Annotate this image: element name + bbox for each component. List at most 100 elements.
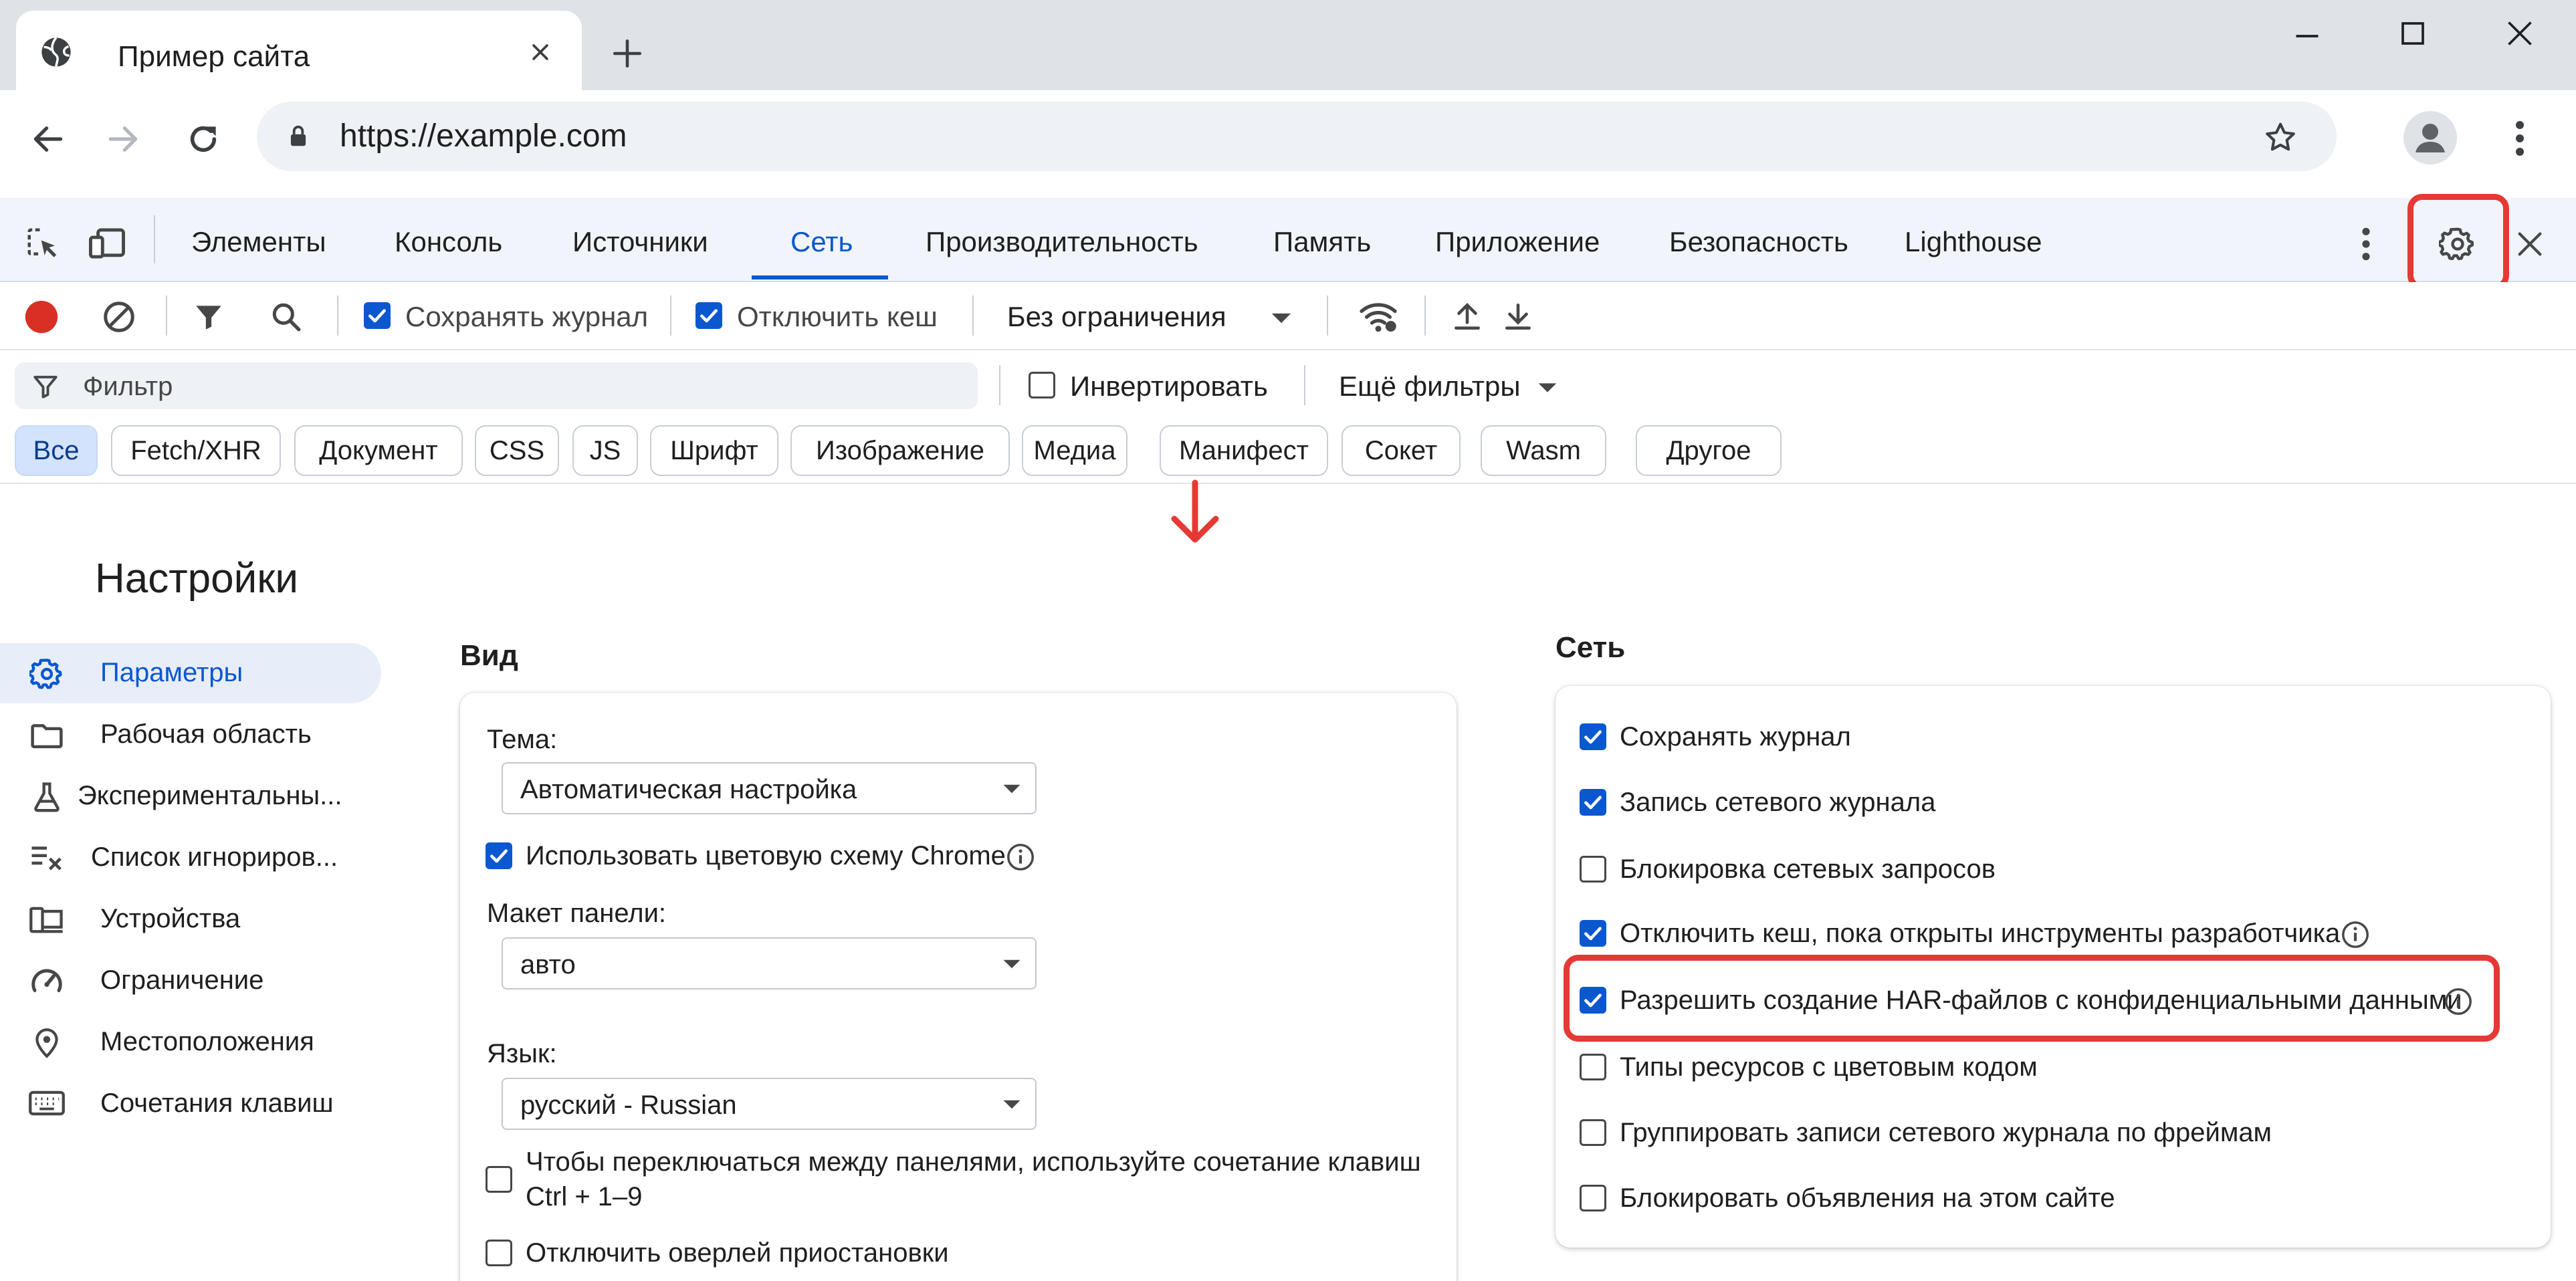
chip-media[interactable]: Медиа xyxy=(1022,425,1128,476)
chip-wasm[interactable]: Wasm xyxy=(1481,425,1606,476)
nav-item-shortcuts[interactable]: Сочетания клавиш xyxy=(100,1088,334,1119)
globe-icon xyxy=(39,35,74,70)
net-preserve-log-checkbox[interactable] xyxy=(1580,723,1606,750)
export-har-icon[interactable] xyxy=(1498,297,1538,337)
shortcut-hint-checkbox[interactable] xyxy=(486,1166,512,1193)
tab-elements[interactable]: Элементы xyxy=(191,226,326,258)
net-group-by-frame-label[interactable]: Группировать записи сетевого журнала по … xyxy=(1620,1115,2272,1150)
import-har-icon[interactable] xyxy=(1447,297,1487,337)
net-preserve-log-label[interactable]: Сохранять журнал xyxy=(1620,719,1851,754)
chip-manifest[interactable]: Манифест xyxy=(1160,425,1328,476)
filter-toggle-icon[interactable] xyxy=(189,297,229,337)
reload-icon[interactable] xyxy=(182,118,225,160)
shortcut-hint-label-line1[interactable]: Чтобы переключаться между панелями, испо… xyxy=(526,1145,1421,1179)
chip-css[interactable]: CSS xyxy=(475,425,559,476)
net-group-by-frame-checkbox[interactable] xyxy=(1580,1119,1606,1146)
record-button[interactable] xyxy=(21,297,62,337)
folder-icon[interactable] xyxy=(27,715,67,755)
throttling-select[interactable]: Без ограничения xyxy=(1007,301,1226,333)
flask-icon[interactable] xyxy=(27,777,67,817)
nav-item-experiments[interactable]: Экспериментальны... xyxy=(78,781,342,811)
chip-fetch-xhr[interactable]: Fetch/XHR xyxy=(111,425,281,476)
invert-label[interactable]: Инвертировать xyxy=(1070,370,1268,402)
chip-font[interactable]: Шрифт xyxy=(650,425,778,476)
browser-tab[interactable]: Пример сайта xyxy=(16,11,582,91)
tab-memory[interactable]: Память xyxy=(1273,226,1371,258)
net-color-code-label[interactable]: Типы ресурсов с цветовым кодом xyxy=(1620,1050,2038,1084)
close-devtools-icon[interactable] xyxy=(2509,223,2551,265)
nav-item-workspace[interactable]: Рабочая область xyxy=(100,719,312,749)
chip-all[interactable]: Все xyxy=(15,425,98,476)
gear-icon[interactable] xyxy=(27,654,67,694)
net-disable-cache-label[interactable]: Отключить кеш, пока открыты инструменты … xyxy=(1620,916,2340,951)
tab-console[interactable]: Консоль xyxy=(395,226,502,258)
more-filters-dropdown[interactable]: Ещё фильтры xyxy=(1339,370,1521,402)
net-record-log-label[interactable]: Запись сетевого журнала xyxy=(1620,785,1935,820)
inspect-element-icon[interactable] xyxy=(23,223,63,263)
devtools-divider xyxy=(154,215,155,263)
chip-socket[interactable]: Сокет xyxy=(1341,425,1461,476)
language-select[interactable]: русский - Russian xyxy=(502,1078,1037,1130)
chip-js[interactable]: JS xyxy=(572,425,638,476)
maximize-icon[interactable] xyxy=(2393,13,2433,53)
search-icon[interactable] xyxy=(266,297,306,337)
tab-performance[interactable]: Производительность xyxy=(926,226,1198,258)
keyboard-icon[interactable] xyxy=(27,1083,67,1123)
back-icon[interactable] xyxy=(27,118,70,160)
close-window-icon[interactable] xyxy=(2500,13,2540,53)
preserve-log-label[interactable]: Сохранять журнал xyxy=(405,301,648,333)
nav-item-throttling[interactable]: Ограничение xyxy=(100,965,263,996)
invert-checkbox[interactable] xyxy=(1029,372,1055,398)
tab-lighthouse[interactable]: Lighthouse xyxy=(1905,226,2042,258)
net-request-blocking-checkbox[interactable] xyxy=(1580,856,1606,883)
nav-item-locations[interactable]: Местоположения xyxy=(100,1027,314,1057)
net-record-log-checkbox[interactable] xyxy=(1580,789,1606,816)
clear-icon[interactable] xyxy=(99,297,139,337)
disable-cache-label[interactable]: Отключить кеш xyxy=(737,301,938,333)
tab-sources[interactable]: Источники xyxy=(572,226,708,258)
net-color-code-checkbox[interactable] xyxy=(1580,1054,1606,1080)
info-icon[interactable] xyxy=(1003,840,1038,875)
theme-select[interactable]: Автоматическая настройка xyxy=(502,762,1037,814)
new-tab-icon[interactable] xyxy=(609,35,646,72)
tab-network[interactable]: Сеть xyxy=(790,226,853,258)
disable-cache-checkbox[interactable] xyxy=(695,302,722,329)
gauge-icon[interactable] xyxy=(27,961,67,1002)
disable-overlay-checkbox[interactable] xyxy=(486,1240,512,1266)
tab-security[interactable]: Безопасность xyxy=(1669,226,1848,258)
shortcut-hint-label-line2[interactable]: Ctrl + 1–9 xyxy=(526,1179,643,1214)
net-block-ads-checkbox[interactable] xyxy=(1580,1185,1606,1211)
chrome-color-checkbox[interactable] xyxy=(486,842,512,869)
profile-avatar-icon[interactable] xyxy=(2403,111,2457,164)
more-filters-chevron-icon[interactable] xyxy=(1534,376,1561,400)
devtools-more-icon[interactable] xyxy=(2347,221,2385,267)
nav-item-ignore-list[interactable]: Список игнориров... xyxy=(91,842,338,872)
nav-item-preferences[interactable]: Параметры xyxy=(100,658,243,688)
info-icon[interactable] xyxy=(2338,917,2373,952)
lock-icon[interactable] xyxy=(284,122,313,151)
minimize-icon[interactable] xyxy=(2287,16,2327,56)
url-text[interactable]: https://example.com xyxy=(340,118,627,154)
location-pin-icon[interactable] xyxy=(27,1023,67,1063)
nav-item-devices[interactable]: Устройства xyxy=(100,904,240,934)
forward-icon[interactable] xyxy=(102,118,144,160)
tab-application[interactable]: Приложение xyxy=(1435,226,1600,258)
net-block-ads-label[interactable]: Блокировать объявления на этом сайте xyxy=(1620,1181,2115,1215)
chip-document[interactable]: Документ xyxy=(294,425,463,476)
chip-image[interactable]: Изображение xyxy=(790,425,1010,476)
browser-menu-icon[interactable] xyxy=(2501,115,2539,162)
chip-other[interactable]: Другое xyxy=(1636,425,1782,476)
net-disable-cache-checkbox[interactable] xyxy=(1580,920,1606,947)
close-tab-icon[interactable] xyxy=(527,39,554,66)
preserve-log-checkbox[interactable] xyxy=(364,302,391,329)
panel-layout-select[interactable]: авто xyxy=(502,937,1037,989)
bookmark-star-icon[interactable] xyxy=(2260,118,2300,158)
disable-overlay-label[interactable]: Отключить оверлей приостановки xyxy=(526,1236,949,1270)
ignore-list-icon[interactable] xyxy=(27,837,67,877)
chrome-color-label[interactable]: Использовать цветовую схему Chrome xyxy=(526,838,1006,873)
device-toolbar-icon[interactable] xyxy=(86,223,128,263)
net-request-blocking-label[interactable]: Блокировка сетевых запросов xyxy=(1620,852,1996,887)
chevron-down-icon[interactable] xyxy=(1268,305,1295,332)
devices-icon[interactable] xyxy=(27,900,67,940)
network-conditions-icon[interactable] xyxy=(1356,294,1400,338)
